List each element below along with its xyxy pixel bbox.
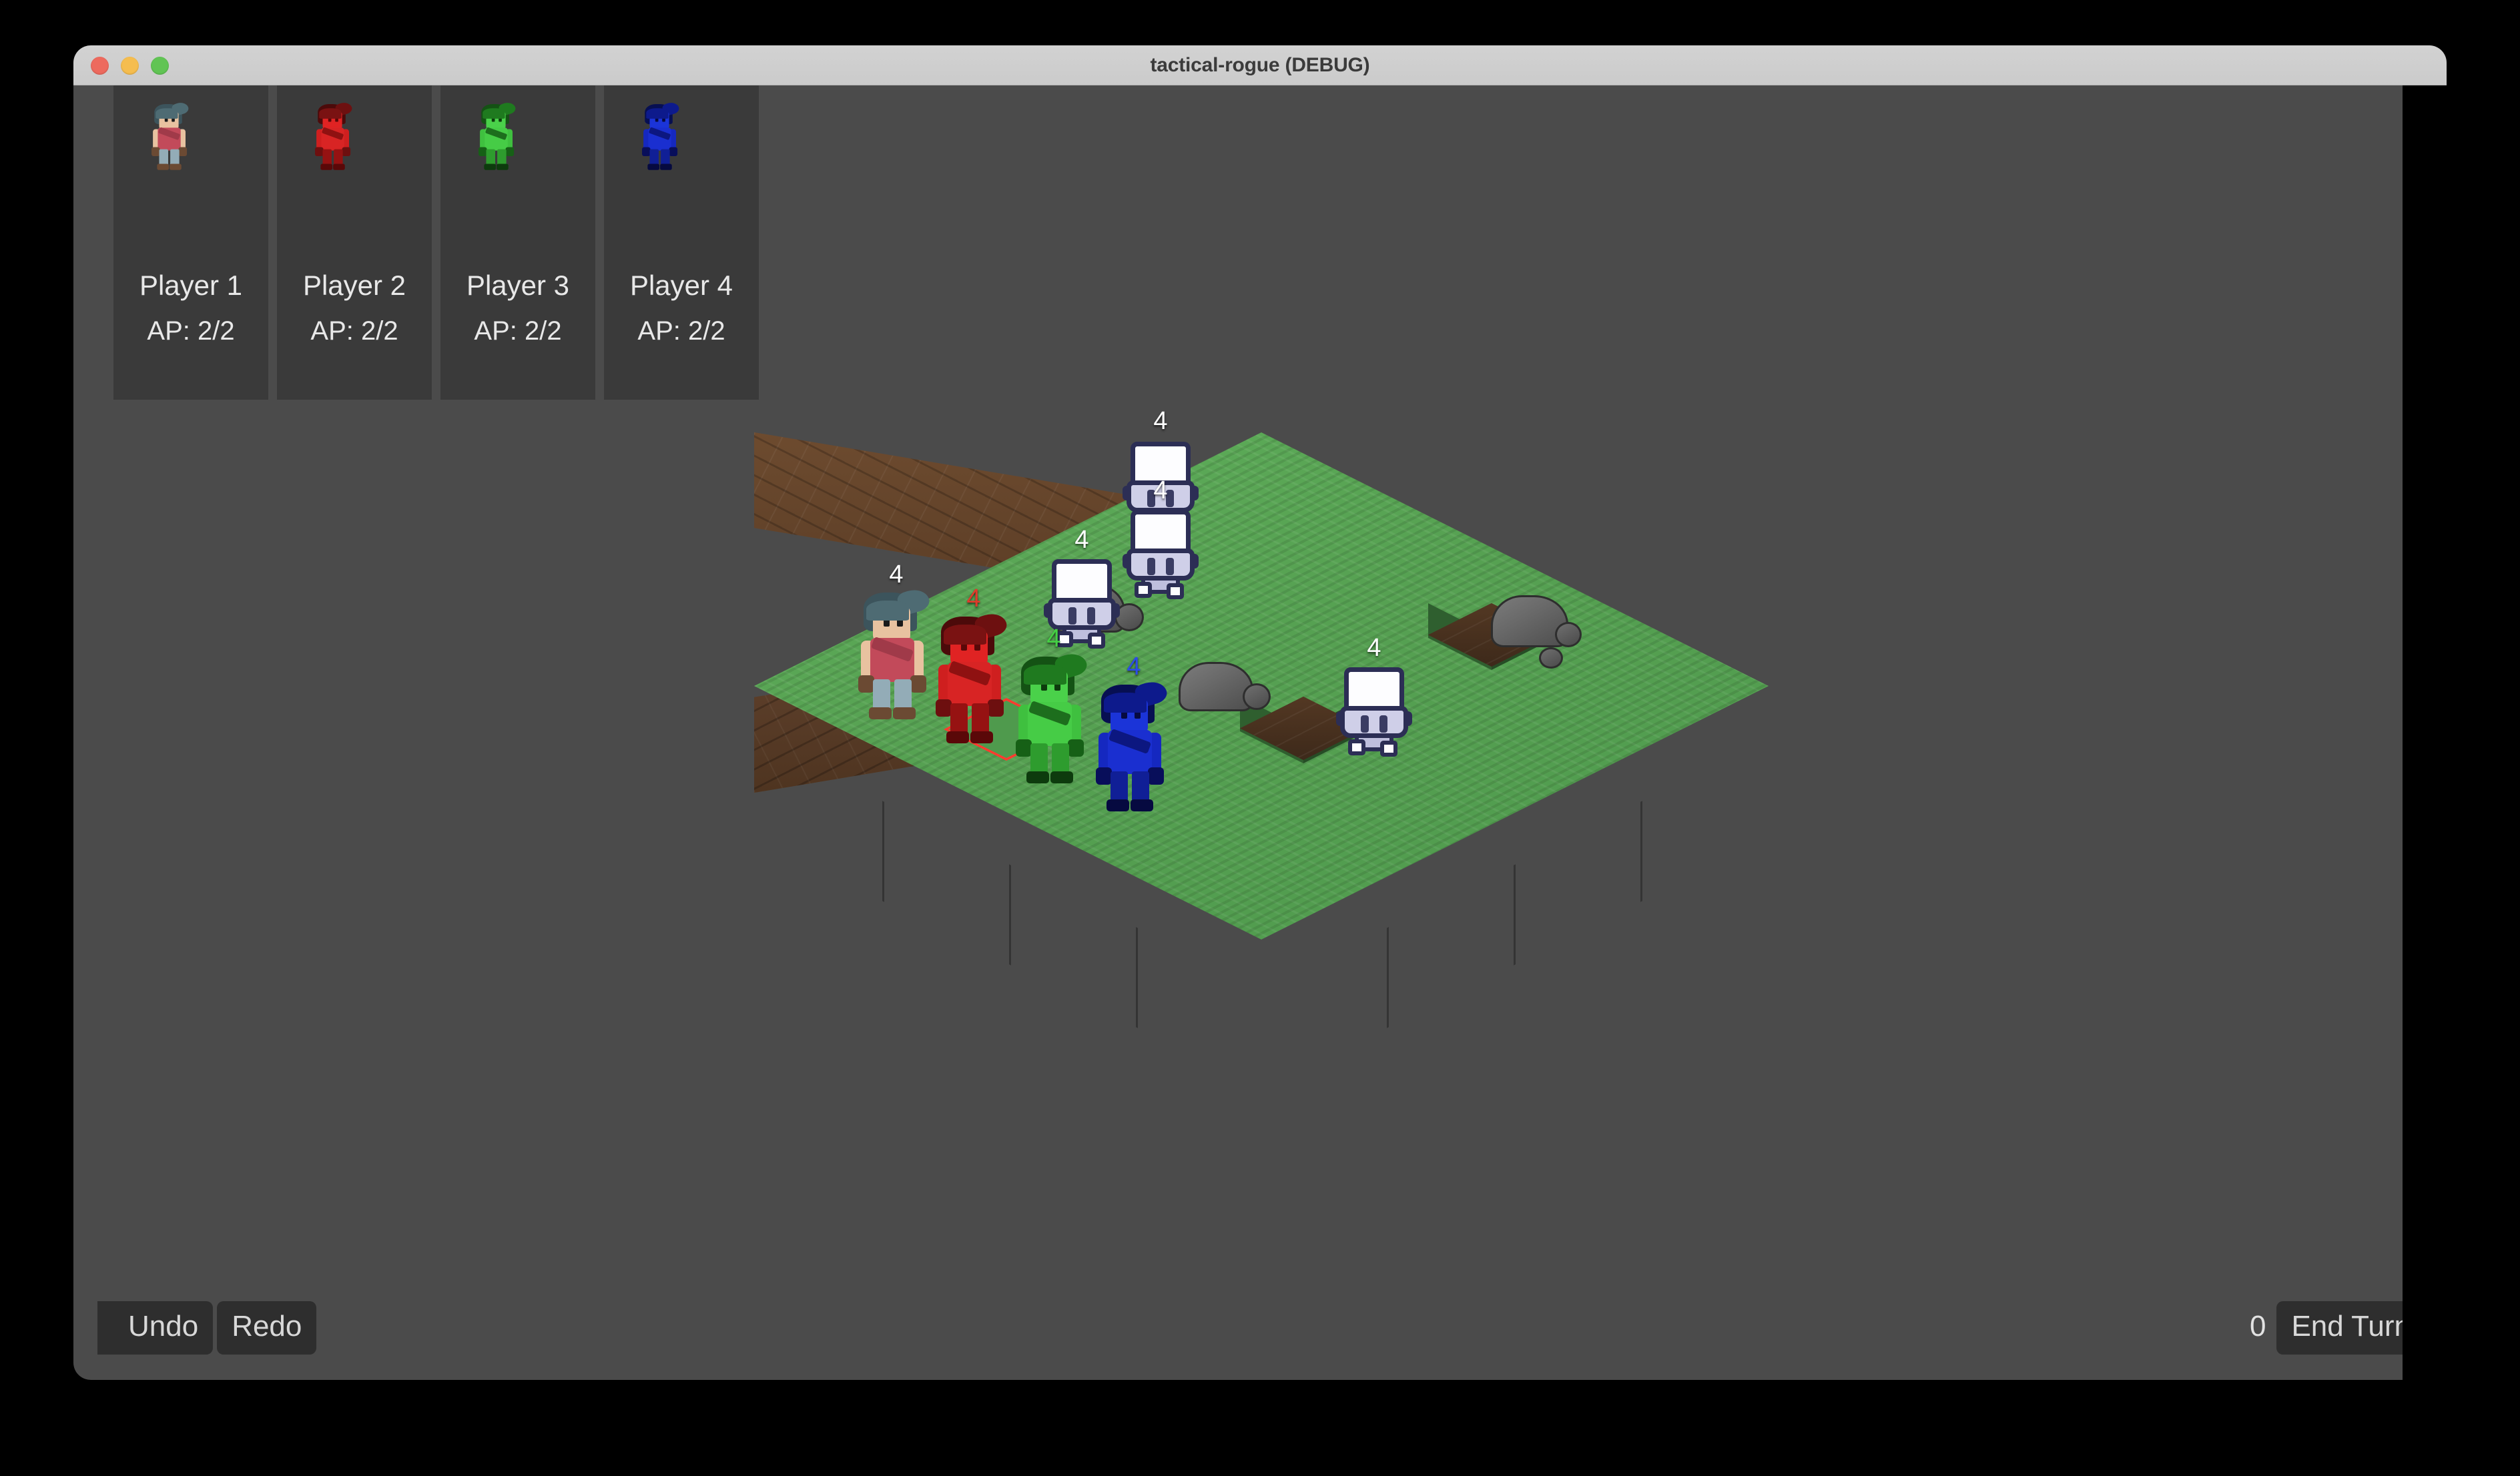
dirt-seam xyxy=(1136,927,1138,1028)
dirt-seam xyxy=(1640,801,1642,902)
dirt-seam xyxy=(1387,927,1389,1028)
traffic-light-group xyxy=(91,45,169,85)
turn-controls: 0 End Turn xyxy=(2250,1301,2403,1355)
player-2-portrait xyxy=(314,100,394,204)
player-card-ap: AP: 2/2 xyxy=(637,316,725,346)
unit-hp-label: 4 xyxy=(1046,625,1061,653)
player-1-portrait xyxy=(151,100,231,204)
player-card-name: Player 4 xyxy=(629,270,733,301)
hero-sprite xyxy=(1014,650,1093,783)
player-card-name: Player 2 xyxy=(302,270,406,301)
window-title: tactical-rogue (DEBUG) xyxy=(1150,53,1370,76)
player-roster: Player 1 AP: 2/2 Player 2 AP: 2/2 Player… xyxy=(113,85,759,400)
skull-icon xyxy=(1123,507,1199,605)
close-window-button[interactable] xyxy=(91,56,109,75)
dirt-seam xyxy=(882,801,884,902)
player-3-portrait xyxy=(478,100,558,204)
window-titlebar: tactical-rogue (DEBUG) xyxy=(73,45,2447,85)
player-card-ap: AP: 2/2 xyxy=(147,316,235,346)
player-4-portrait xyxy=(641,100,721,204)
redo-button[interactable]: Redo xyxy=(217,1301,317,1355)
player-card-3[interactable]: Player 3 AP: 2/2 xyxy=(440,85,595,400)
player-card-2[interactable]: Player 2 AP: 2/2 xyxy=(277,85,432,400)
app-window: tactical-rogue (DEBUG) 4 4 4 4 4 4 4 4 P… xyxy=(73,45,2447,1380)
player-card-name: Player 3 xyxy=(466,270,570,301)
player-card-4[interactable]: Player 4 AP: 2/2 xyxy=(604,85,759,400)
undo-button[interactable]: Undo xyxy=(97,1301,214,1355)
pit-wall-left xyxy=(1428,603,1492,670)
dirt-seam xyxy=(1514,864,1516,966)
player-card-name: Player 1 xyxy=(139,270,243,301)
skull-icon xyxy=(1336,665,1412,762)
end-turn-button[interactable]: End Turn xyxy=(2276,1301,2403,1355)
hero-sprite xyxy=(857,586,936,719)
isometric-board: 4 4 4 4 4 4 4 4 xyxy=(754,408,2009,1166)
unit-hp-label: 4 xyxy=(1127,653,1141,681)
pit-wall-right xyxy=(1492,603,1555,670)
unit-hp-label: 4 xyxy=(1153,476,1168,504)
turn-counter: 0 xyxy=(2249,1310,2266,1343)
player-card-ap: AP: 2/2 xyxy=(474,316,562,346)
player-card-ap: AP: 2/2 xyxy=(310,316,398,346)
dirt-seam xyxy=(1009,864,1011,966)
pit-wall-left xyxy=(1240,697,1303,763)
player-card-1[interactable]: Player 1 AP: 2/2 xyxy=(113,85,268,400)
history-controls: Undo Redo xyxy=(97,1301,317,1355)
unit-hp-label: 4 xyxy=(1153,407,1168,435)
hero-sprite xyxy=(934,610,1013,743)
unit-hp-label: 4 xyxy=(966,585,981,613)
hero-sprite xyxy=(1094,678,1173,811)
unit-hp-label: 4 xyxy=(1074,526,1089,554)
maximize-window-button[interactable] xyxy=(151,56,169,75)
unit-hp-label: 4 xyxy=(889,561,904,589)
game-canvas[interactable]: 4 4 4 4 4 4 4 4 Player 1 AP: 2/2 Player … xyxy=(73,85,2403,1380)
pit-floor xyxy=(1428,603,1555,667)
minimize-window-button[interactable] xyxy=(121,56,139,75)
unit-hp-label: 4 xyxy=(1367,634,1381,662)
